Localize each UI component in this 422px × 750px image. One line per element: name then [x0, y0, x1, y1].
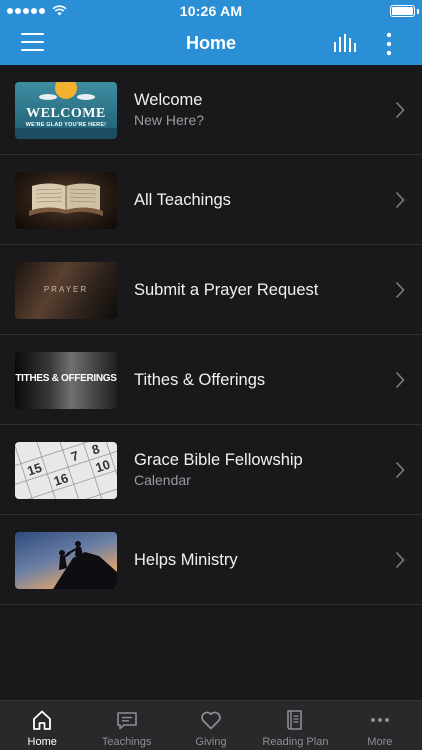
- tab-home[interactable]: Home: [0, 701, 84, 750]
- chevron-right-icon: [395, 371, 405, 389]
- chevron-right-icon: [395, 101, 405, 119]
- prayer-thumb-text: PRAYER: [43, 285, 89, 294]
- tab-reading-plan[interactable]: Reading Plan: [253, 701, 337, 750]
- tithes-thumb-text: TITHES & OFFERINGS: [15, 373, 117, 384]
- home-icon: [33, 710, 52, 730]
- content-list: WELCOME WE'RE GLAD YOU'RE HERE! Welcome …: [0, 65, 422, 605]
- list-item-title: Submit a Prayer Request: [134, 280, 319, 299]
- bottom-tab-bar: Home Teachings Giving Reading Plan More: [0, 700, 422, 750]
- list-item-welcome[interactable]: WELCOME WE'RE GLAD YOU'RE HERE! Welcome …: [0, 65, 422, 155]
- tab-giving[interactable]: Giving: [169, 701, 253, 750]
- tab-label: Reading Plan: [262, 736, 329, 748]
- heart-icon: [201, 711, 221, 730]
- status-time: 10:26 AM: [179, 3, 243, 19]
- welcome-thumbnail: WELCOME WE'RE GLAD YOU'RE HERE!: [15, 82, 117, 139]
- list-item-prayer-request[interactable]: PRAYER Submit a Prayer Request: [0, 245, 422, 335]
- tithes-thumbnail: TITHES & OFFERINGS: [15, 352, 117, 409]
- battery-icon: [390, 5, 415, 17]
- message-icon: [116, 712, 137, 730]
- helps-thumbnail: [15, 532, 117, 589]
- more-options-icon[interactable]: [381, 32, 397, 56]
- ellipsis-icon: [370, 718, 389, 722]
- list-item-title: Helps Ministry: [134, 550, 238, 569]
- list-item-all-teachings[interactable]: All Teachings: [0, 155, 422, 245]
- chevron-right-icon: [395, 191, 405, 209]
- page-title: Home: [185, 33, 236, 53]
- chevron-right-icon: [395, 461, 405, 479]
- tab-label: Teachings: [101, 736, 152, 748]
- list-item-title: Welcome: [134, 91, 203, 109]
- battery-tip: [417, 9, 419, 14]
- chevron-right-icon: [395, 281, 405, 299]
- list-item-tithes-offerings[interactable]: TITHES & OFFERINGS Tithes & Offerings: [0, 335, 422, 425]
- app-header: Home: [0, 22, 422, 65]
- list-item-subtitle: Calendar: [134, 472, 191, 488]
- tab-label: Home: [27, 736, 57, 748]
- list-item-helps-ministry[interactable]: Helps Ministry: [0, 515, 422, 605]
- list-item-calendar[interactable]: 15 16 10 7 8 Grace Bible Fellowship Cale…: [0, 425, 422, 515]
- welcome-thumb-subtext: WE'RE GLAD YOU'RE HERE!: [25, 122, 107, 128]
- tab-label: Giving: [195, 736, 227, 748]
- calendar-number: 8: [90, 442, 102, 458]
- tab-teachings[interactable]: Teachings: [84, 701, 168, 750]
- prayer-thumbnail: PRAYER: [15, 262, 117, 319]
- audio-bars-icon[interactable]: [333, 33, 357, 53]
- calendar-thumbnail: 15 16 10 7 8: [15, 442, 117, 499]
- list-item-title: Tithes & Offerings: [134, 370, 266, 389]
- welcome-thumb-text: WELCOME: [26, 106, 106, 121]
- list-item-title: All Teachings: [134, 190, 231, 209]
- list-item-subtitle: New Here?: [134, 112, 205, 128]
- tab-more[interactable]: More: [338, 701, 422, 750]
- list-item-title: Grace Bible Fellowship: [134, 451, 303, 469]
- chevron-right-icon: [395, 551, 405, 569]
- bible-thumbnail: [15, 172, 117, 229]
- book-icon: [287, 710, 303, 730]
- calendar-number: 7: [69, 448, 81, 465]
- status-bar: 10:26 AM: [0, 0, 422, 22]
- tab-label: More: [367, 736, 393, 748]
